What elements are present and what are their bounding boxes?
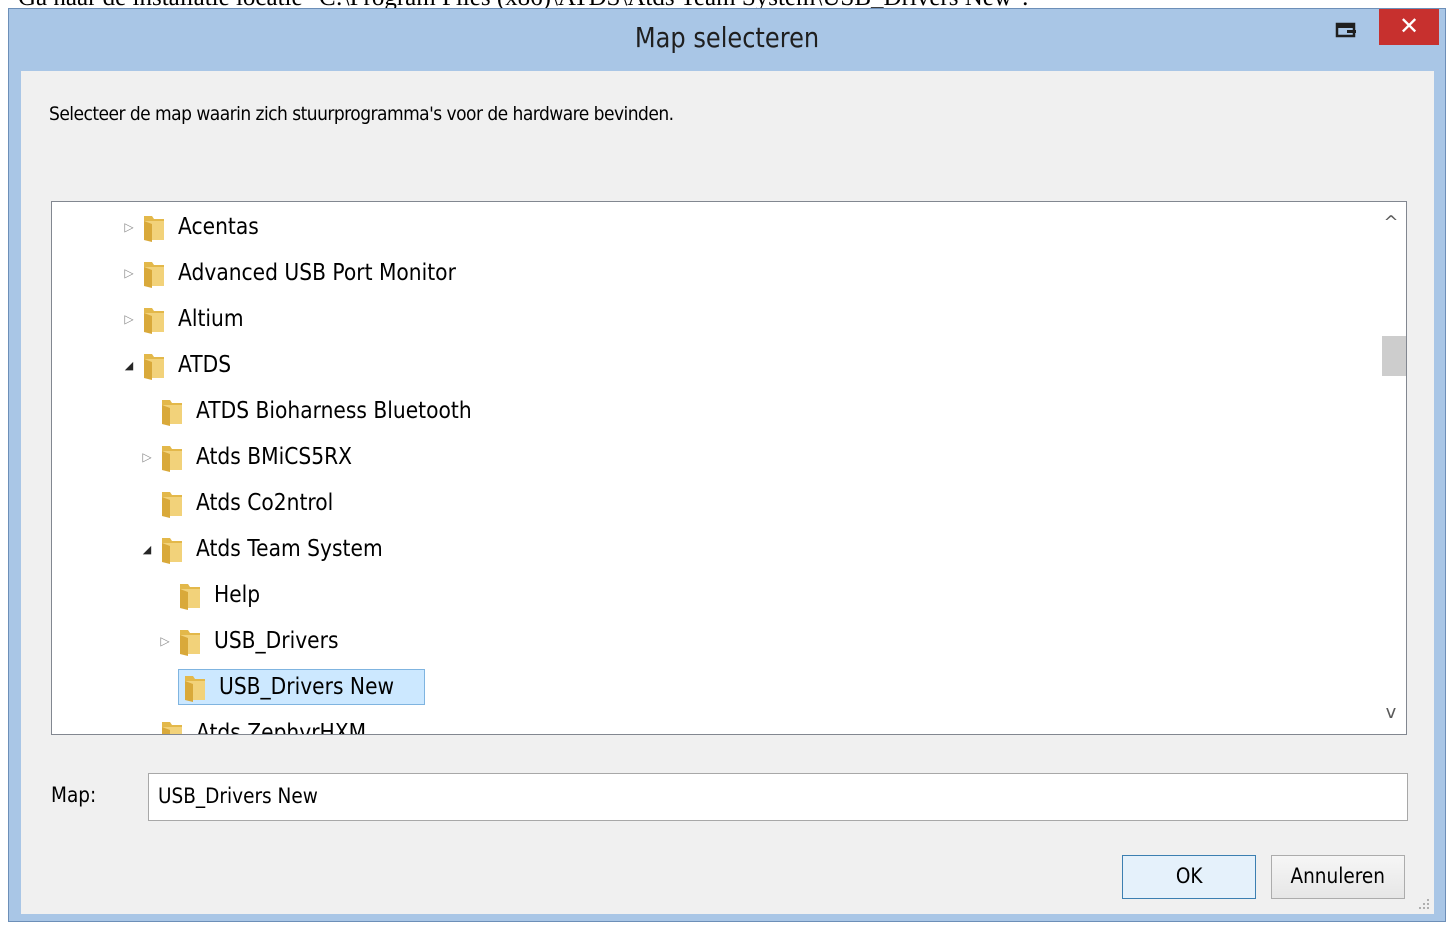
tree-item[interactable]: USB_Drivers New: [158, 668, 425, 706]
expand-arrow-icon: [140, 493, 154, 513]
tree-item-label: Atds Team System: [196, 536, 383, 562]
tree-item-content[interactable]: ATDS: [142, 350, 238, 380]
dialog-content: Selecteer de map waarin zich stuurprogra…: [21, 71, 1434, 914]
folder-icon: [185, 676, 205, 702]
tree-item-label: Help: [214, 582, 261, 608]
tree-item[interactable]: ▷ Atds BMiCS5RX: [140, 438, 373, 476]
tree-item[interactable]: ▷ Acentas: [122, 208, 270, 246]
ok-button[interactable]: OK: [1122, 855, 1256, 899]
tree-item[interactable]: Atds ZephyrHXM: [140, 714, 389, 735]
restore-button[interactable]: [1327, 15, 1367, 51]
expand-arrow-icon: [140, 723, 154, 734]
title-bar: Map selecteren ✕: [9, 9, 1445, 71]
collapse-arrow-icon[interactable]: ◢: [122, 355, 136, 375]
tree-item[interactable]: ▷ USB_Drivers: [158, 622, 355, 660]
instruction-text: Selecteer de map waarin zich stuurprogra…: [49, 103, 674, 125]
folder-icon: [162, 446, 182, 472]
tree-item[interactable]: ◢ ATDS: [122, 346, 238, 384]
tree-item-label: Advanced USB Port Monitor: [178, 260, 456, 286]
cancel-button-label: Annuleren: [1290, 864, 1386, 888]
close-icon: ✕: [1398, 12, 1420, 40]
tree-item-content[interactable]: Altium: [142, 304, 253, 334]
map-label: Map:: [51, 783, 97, 807]
tree-item-content[interactable]: Atds BMiCS5RX: [160, 442, 373, 472]
expand-arrow-icon[interactable]: ▷: [122, 309, 136, 329]
folder-icon: [144, 216, 164, 242]
expand-arrow-icon: [158, 677, 172, 697]
tree-item-label: Atds ZephyrHXM: [196, 720, 367, 735]
folder-icon: [162, 722, 182, 734]
tree-item[interactable]: Atds Co2ntrol: [140, 484, 352, 522]
resize-grip-icon[interactable]: [1418, 898, 1430, 910]
tree-item[interactable]: ▷ Altium: [122, 300, 253, 338]
close-button[interactable]: ✕: [1379, 9, 1439, 45]
scroll-down-icon[interactable]: v: [1376, 698, 1406, 728]
restore-icon: [1335, 22, 1356, 38]
scrollbar-thumb[interactable]: [1382, 336, 1406, 376]
folder-icon: [144, 354, 164, 380]
ok-button-label: OK: [1175, 864, 1203, 888]
folder-icon: [162, 492, 182, 518]
tree-item-label: ATDS Bioharness Bluetooth: [196, 398, 472, 424]
folder-icon: [162, 400, 182, 426]
tree-item-label: USB_Drivers New: [219, 674, 395, 700]
tree-item-label: USB_Drivers: [214, 628, 339, 654]
folder-name-value: USB_Drivers New: [158, 784, 318, 808]
tree-item-content[interactable]: Advanced USB Port Monitor: [142, 258, 494, 288]
expand-arrow-icon[interactable]: ▷: [122, 217, 136, 237]
tree-item-label: Atds Co2ntrol: [196, 490, 334, 516]
folder-icon: [144, 308, 164, 334]
tree-item-label: Acentas: [178, 214, 259, 240]
tree-item-content[interactable]: Help: [178, 580, 266, 610]
tree-item[interactable]: ◢ Atds Team System: [140, 530, 408, 568]
tree-item-content[interactable]: Atds Co2ntrol: [160, 488, 352, 518]
tree-item-label: Altium: [178, 306, 244, 332]
tree-item-label: ATDS: [178, 352, 232, 378]
tree-item-content[interactable]: USB_Drivers: [178, 626, 355, 656]
cancel-button[interactable]: Annuleren: [1271, 855, 1405, 899]
vertical-scrollbar[interactable]: ^ v: [1376, 202, 1406, 734]
tree-item[interactable]: ATDS Bioharness Bluetooth: [140, 392, 509, 430]
folder-icon: [144, 262, 164, 288]
tree-item-content[interactable]: Atds Team System: [160, 534, 408, 564]
tree-item[interactable]: ▷ Advanced USB Port Monitor: [122, 254, 494, 292]
folder-icon: [180, 630, 200, 656]
tree-item[interactable]: Help: [158, 576, 266, 614]
expand-arrow-icon[interactable]: ▷: [122, 263, 136, 283]
folder-name-input[interactable]: USB_Drivers New: [148, 773, 1408, 821]
scroll-up-icon[interactable]: ^: [1376, 208, 1406, 238]
expand-arrow-icon[interactable]: ▷: [158, 631, 172, 651]
folder-icon: [180, 584, 200, 610]
folder-tree[interactable]: ▷ Acentas ▷ Advanced USB Port Monitor ▷ Altiu…: [51, 201, 1407, 735]
expand-arrow-icon[interactable]: ▷: [140, 447, 154, 467]
tree-item-content[interactable]: ATDS Bioharness Bluetooth: [160, 396, 509, 426]
tree-item-content[interactable]: Acentas: [142, 212, 270, 242]
folder-icon: [162, 538, 182, 564]
tree-item-label: Atds BMiCS5RX: [196, 444, 353, 470]
select-folder-dialog: Map selecteren ✕ Selecteer de map waarin…: [8, 8, 1446, 922]
dialog-title: Map selecteren: [634, 21, 820, 54]
expand-arrow-icon: [140, 401, 154, 421]
selected-item[interactable]: USB_Drivers New: [178, 669, 425, 705]
tree-item-content[interactable]: Atds ZephyrHXM: [160, 718, 389, 735]
expand-arrow-icon: [158, 585, 172, 605]
collapse-arrow-icon[interactable]: ◢: [140, 539, 154, 559]
